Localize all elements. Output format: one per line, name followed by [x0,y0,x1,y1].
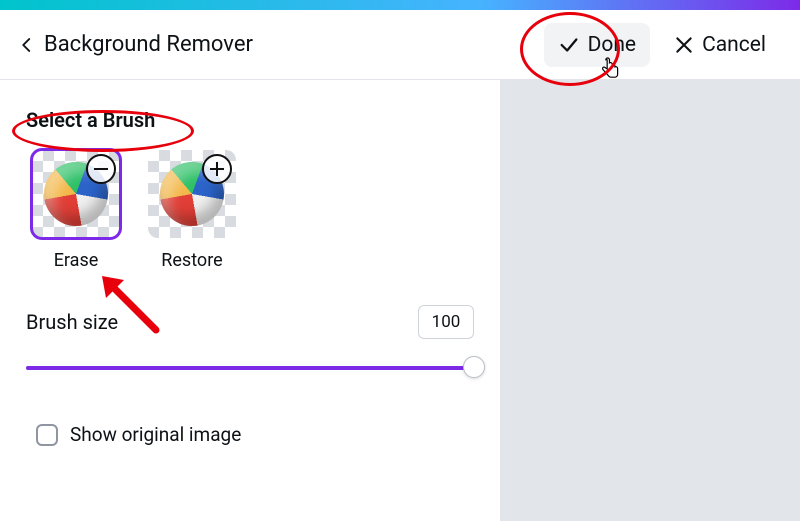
slider-handle[interactable] [463,356,485,378]
cancel-button-label: Cancel [702,33,766,57]
done-button[interactable]: Done [544,23,651,67]
brush-size-row: Brush size 100 [26,305,474,339]
header-actions: Done Cancel [544,10,780,79]
chevron-left-icon [18,36,36,54]
erase-brush-label: Erase [54,250,99,271]
brush-size-label: Brush size [26,310,118,334]
erase-brush-thumbnail [32,150,120,238]
brush-size-input[interactable]: 100 [418,305,474,339]
header-bar: Background Remover Done Cancel [0,10,800,80]
app-accent-bar [0,0,800,10]
show-original-label: Show original image [70,423,241,446]
erase-brush-option[interactable]: Erase [32,150,120,271]
cursor-pointer-icon [598,57,620,81]
close-icon [674,35,694,55]
section-title: Select a Brush [26,108,474,132]
brush-options: Erase Restore [32,150,474,271]
restore-brush-thumbnail [148,150,236,238]
done-button-label: Done [588,33,637,57]
check-icon [558,34,580,56]
checkbox-icon [36,424,58,446]
restore-brush-label: Restore [161,250,222,271]
minus-badge-icon [86,154,116,184]
brush-panel: Select a Brush Erase Restore Brush size … [0,80,500,521]
back-button[interactable]: Background Remover [18,32,253,57]
restore-brush-option[interactable]: Restore [148,150,236,271]
plus-badge-icon [202,154,232,184]
page-title: Background Remover [44,32,253,57]
slider-fill [26,366,474,370]
brush-size-slider[interactable] [26,351,474,391]
show-original-toggle[interactable]: Show original image [26,423,474,446]
cancel-button[interactable]: Cancel [660,23,780,67]
canvas-area [500,80,800,521]
